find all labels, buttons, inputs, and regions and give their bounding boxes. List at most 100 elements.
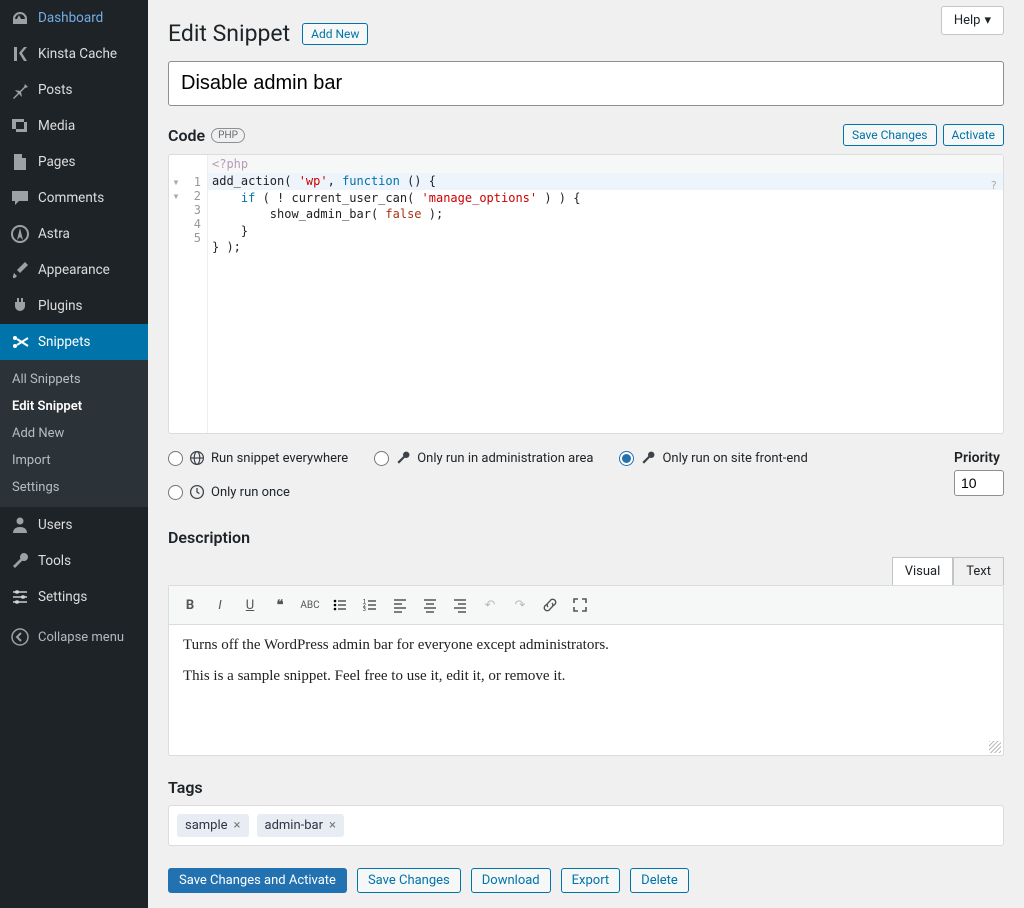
chevron-down-icon: ▾ xyxy=(984,13,991,28)
save-changes-button[interactable]: Save Changes xyxy=(357,868,461,893)
sidebar-item-plugins[interactable]: Plugins xyxy=(0,288,148,324)
submenu-item-import[interactable]: Import xyxy=(0,447,148,474)
scope-radio[interactable] xyxy=(374,451,389,466)
align-center-icon[interactable] xyxy=(417,592,443,618)
align-right-icon[interactable] xyxy=(447,592,473,618)
italic-icon[interactable]: I xyxy=(207,592,233,618)
save-and-activate-button[interactable]: Save Changes and Activate xyxy=(168,868,347,893)
tag-label: sample xyxy=(185,818,228,833)
strike-icon[interactable]: ABC xyxy=(297,592,323,618)
code-preamble: <?php xyxy=(208,155,1003,173)
delete-button[interactable]: Delete xyxy=(630,868,689,893)
scope-everywhere[interactable]: Run snippet everywhere xyxy=(168,450,348,466)
editor-content[interactable]: Turns off the WordPress admin bar for ev… xyxy=(169,625,1003,755)
sidebar-item-label: Users xyxy=(38,517,72,533)
scope-once[interactable]: Only run once xyxy=(168,484,930,500)
admin-sidebar: Dashboard Kinsta Cache Posts Media Pages… xyxy=(0,0,148,908)
sidebar-item-label: Tools xyxy=(38,553,71,569)
brush-icon xyxy=(10,260,30,280)
submenu-item-add-new[interactable]: Add New xyxy=(0,420,148,447)
number-list-icon[interactable]: 123 xyxy=(357,592,383,618)
link-icon[interactable] xyxy=(537,592,563,618)
sidebar-submenu-snippets: All Snippets Edit Snippet Add New Import… xyxy=(0,360,148,507)
sidebar-item-label: Comments xyxy=(38,190,104,206)
php-badge: PHP xyxy=(211,128,245,143)
sidebar-item-label: Media xyxy=(38,118,75,134)
tags-heading: Tags xyxy=(168,778,1004,797)
redo-icon[interactable]: ↷ xyxy=(507,592,533,618)
sidebar-item-dashboard[interactable]: Dashboard xyxy=(0,0,148,36)
page-icon xyxy=(10,152,30,172)
code-heading: Code xyxy=(168,126,205,145)
sidebar-item-astra[interactable]: Astra xyxy=(0,216,148,252)
tag-item: admin-bar × xyxy=(257,814,344,837)
sidebar-item-tools[interactable]: Tools xyxy=(0,543,148,579)
sidebar-item-posts[interactable]: Posts xyxy=(0,72,148,108)
scope-frontend[interactable]: Only run on site front-end xyxy=(619,450,807,466)
undo-icon[interactable]: ↶ xyxy=(477,592,503,618)
tags-input[interactable]: sample × admin-bar × xyxy=(168,805,1004,846)
sidebar-item-pages[interactable]: Pages xyxy=(0,144,148,180)
add-new-button[interactable]: Add New xyxy=(302,23,368,45)
description-editor: B I U ❝ ABC 123 ↶ ↷ Turns off the WordPr… xyxy=(168,585,1004,756)
save-changes-button-top[interactable]: Save Changes xyxy=(843,124,937,146)
sidebar-item-settings[interactable]: Settings xyxy=(0,579,148,615)
priority-label: Priority xyxy=(954,450,1004,466)
code-body[interactable]: <?php add_action( 'wp', function () { if… xyxy=(208,155,1003,433)
sidebar-item-label: Dashboard xyxy=(38,10,103,26)
submenu-item-settings[interactable]: Settings xyxy=(0,474,148,501)
bullet-list-icon[interactable] xyxy=(327,592,353,618)
export-button[interactable]: Export xyxy=(561,868,621,893)
scissors-icon xyxy=(10,332,30,352)
scope-radio[interactable] xyxy=(168,485,183,500)
submenu-item-edit-snippet[interactable]: Edit Snippet xyxy=(0,393,148,420)
sidebar-item-media[interactable]: Media xyxy=(0,108,148,144)
tab-text[interactable]: Text xyxy=(953,557,1004,585)
help-tab[interactable]: Help ▾ xyxy=(941,6,1004,35)
tag-remove-icon[interactable]: × xyxy=(329,818,336,833)
bold-icon[interactable]: B xyxy=(177,592,203,618)
kinsta-icon xyxy=(10,44,30,64)
clock-icon xyxy=(189,484,205,500)
pin-icon xyxy=(10,80,30,100)
sidebar-item-comments[interactable]: Comments xyxy=(0,180,148,216)
sidebar-item-kinsta-cache[interactable]: Kinsta Cache xyxy=(0,36,148,72)
fullscreen-icon[interactable] xyxy=(567,592,593,618)
priority-input[interactable] xyxy=(954,470,1004,496)
resize-handle[interactable] xyxy=(989,741,1001,753)
download-button[interactable]: Download xyxy=(471,868,551,893)
sidebar-item-label: Astra xyxy=(38,226,70,242)
align-left-icon[interactable] xyxy=(387,592,413,618)
tag-remove-icon[interactable]: × xyxy=(234,818,241,833)
scope-radio[interactable] xyxy=(168,451,183,466)
code-editor[interactable]: ▾1 ▾2 3 4 5 <?php add_action( 'wp', func… xyxy=(168,154,1004,434)
activate-button[interactable]: Activate xyxy=(943,124,1005,146)
sidebar-item-label: Posts xyxy=(38,82,72,98)
wrench-icon xyxy=(640,450,656,466)
quote-icon[interactable]: ❝ xyxy=(267,592,293,618)
globe-icon xyxy=(189,450,205,466)
sidebar-item-label: Plugins xyxy=(38,298,83,314)
editor-toolbar: B I U ❝ ABC 123 ↶ ↷ xyxy=(169,586,1003,625)
tag-label: admin-bar xyxy=(265,818,324,833)
collapse-label: Collapse menu xyxy=(38,630,124,645)
collapse-icon xyxy=(10,627,30,647)
media-icon xyxy=(10,116,30,136)
tab-visual[interactable]: Visual xyxy=(892,557,954,585)
help-icon[interactable]: ? xyxy=(990,179,997,192)
description-p1: Turns off the WordPress admin bar for ev… xyxy=(183,637,989,654)
scope-radio[interactable] xyxy=(619,451,634,466)
submenu-item-all-snippets[interactable]: All Snippets xyxy=(0,366,148,393)
snippet-name-input[interactable] xyxy=(168,61,1004,106)
wrench-icon xyxy=(10,551,30,571)
sidebar-item-label: Snippets xyxy=(38,334,90,350)
sidebar-item-snippets[interactable]: Snippets xyxy=(0,324,148,360)
collapse-menu-button[interactable]: Collapse menu xyxy=(0,619,148,655)
gutter: ▾1 ▾2 3 4 5 xyxy=(169,155,208,433)
sidebar-item-appearance[interactable]: Appearance xyxy=(0,252,148,288)
scope-admin[interactable]: Only run in administration area xyxy=(374,450,593,466)
scope-label: Only run in administration area xyxy=(417,451,593,466)
sliders-icon xyxy=(10,587,30,607)
underline-icon[interactable]: U xyxy=(237,592,263,618)
sidebar-item-users[interactable]: Users xyxy=(0,507,148,543)
